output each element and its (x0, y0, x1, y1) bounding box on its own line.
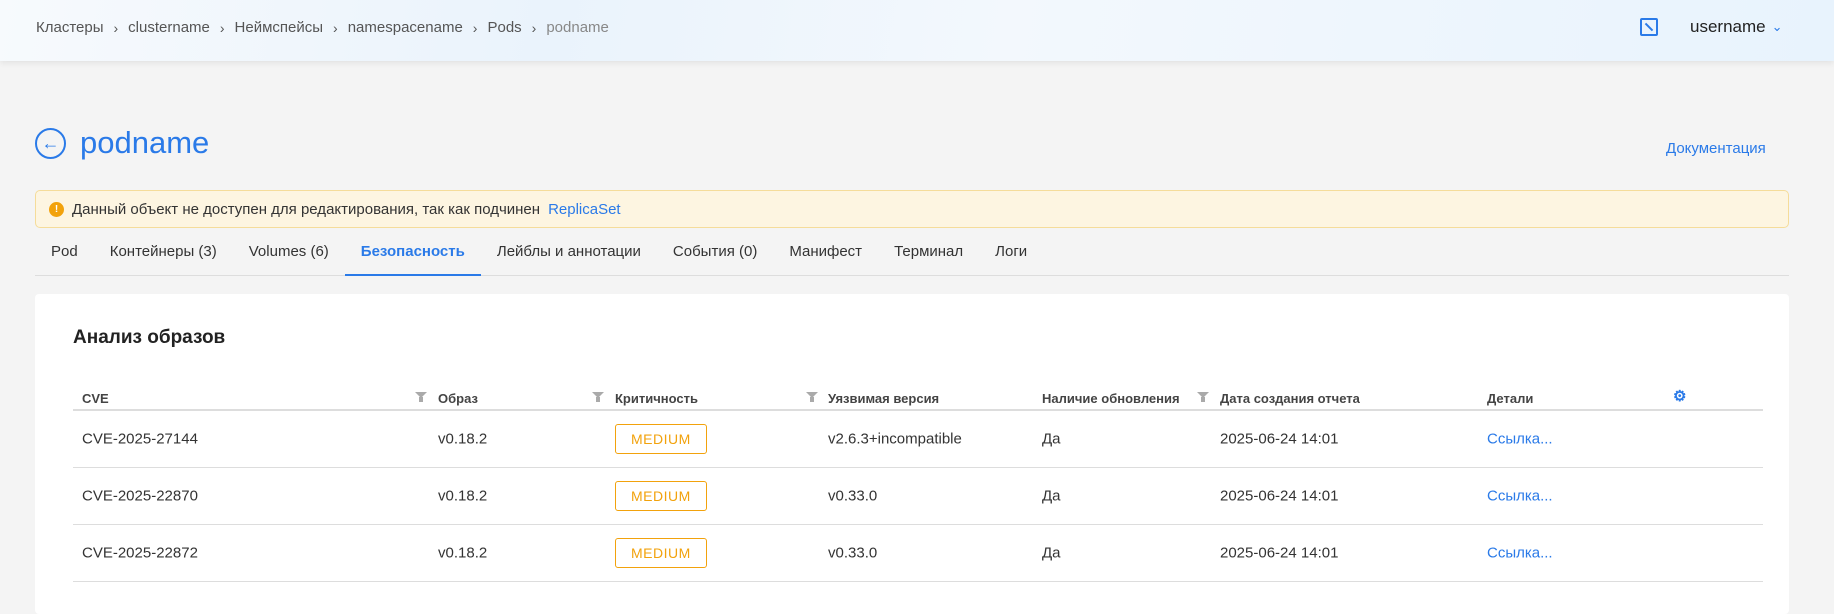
severity-badge: MEDIUM (615, 424, 707, 454)
alert-text: Данный объект не доступен для редактиров… (72, 200, 541, 218)
tab-pod[interactable]: Pod (35, 237, 94, 276)
severity-badge: MEDIUM (615, 481, 707, 511)
breadcrumb-namespace[interactable]: namespacename (348, 19, 463, 36)
tab-logs[interactable]: Логи (979, 237, 1043, 276)
filter-icon[interactable] (415, 392, 427, 402)
breadcrumb-cluster[interactable]: clustername (128, 19, 210, 36)
back-arrow-icon[interactable]: ← (35, 127, 66, 159)
gear-icon[interactable]: ⚙ (1673, 387, 1686, 405)
tab-terminal[interactable]: Терминал (878, 237, 979, 276)
update-available: Да (1042, 544, 1061, 562)
warning-alert: ! Данный объект не доступен для редактир… (35, 190, 1789, 228)
filter-icon[interactable] (806, 392, 818, 402)
chevron-right-icon: › (219, 19, 225, 36)
header-update-available[interactable]: Наличие обновления (1042, 391, 1180, 406)
vulnerable-version: v0.33.0 (828, 544, 878, 562)
report-date: 2025-06-24 14:01 (1220, 487, 1339, 505)
image: v0.18.2 (438, 544, 488, 562)
details-link[interactable]: Ссылка... (1487, 431, 1553, 448)
breadcrumb-clusters[interactable]: Кластеры (36, 19, 104, 36)
top-bar: Кластеры › clustername › Неймспейсы › names… (0, 0, 1834, 61)
report-date: 2025-06-24 14:01 (1220, 430, 1339, 448)
breadcrumb-namespaces[interactable]: Неймспейсы (235, 19, 324, 36)
tab-containers[interactable]: Контейнеры (3) (94, 237, 233, 276)
breadcrumb: Кластеры › clustername › Неймспейсы › names… (36, 19, 609, 36)
image: v0.18.2 (438, 430, 488, 448)
section-title: Анализ образов (73, 327, 226, 348)
tab-volumes[interactable]: Volumes (6) (233, 237, 345, 276)
chevron-right-icon: › (333, 19, 338, 36)
header-image[interactable]: Образ (438, 391, 478, 406)
update-available: Да (1042, 430, 1061, 448)
cve-id: CVE-2025-22872 (82, 544, 198, 562)
image: v0.18.2 (438, 487, 488, 505)
header-cve[interactable]: CVE (82, 391, 109, 406)
page-header: ← podname (35, 125, 209, 161)
tab-manifest[interactable]: Манифест (773, 237, 878, 276)
table-header: CVE Образ Критичность Уязвимая версия На… (73, 382, 1763, 411)
tabs: Pod Контейнеры (3) Volumes (6) Безопасно… (35, 237, 1789, 276)
severity-badge: MEDIUM (615, 538, 707, 568)
header-details[interactable]: Детали (1487, 391, 1533, 406)
report-date: 2025-06-24 14:01 (1220, 544, 1339, 562)
filter-icon[interactable] (1197, 392, 1209, 402)
table-row: CVE-2025-22872 v0.18.2 MEDIUM v0.33.0 Да… (73, 525, 1763, 582)
header-vulnerable-version[interactable]: Уязвимая версия (828, 391, 939, 406)
vulnerable-version: v0.33.0 (828, 487, 878, 505)
username: username (1690, 17, 1766, 36)
cve-id: CVE-2025-22870 (82, 487, 198, 505)
tab-events[interactable]: События (0) (657, 237, 773, 276)
image-analysis-card: Анализ образов CVE Образ Критичность Уяз… (35, 294, 1789, 614)
header-severity[interactable]: Критичность (615, 391, 698, 406)
breadcrumb-current: podname (546, 19, 609, 36)
expand-icon[interactable] (1640, 18, 1658, 36)
chevron-down-icon: ⌄ (1771, 19, 1783, 34)
page-title: podname (80, 125, 210, 160)
chevron-right-icon: › (113, 19, 119, 36)
header-report-date[interactable]: Дата создания отчета (1220, 391, 1360, 406)
table-row: CVE-2025-22870 v0.18.2 MEDIUM v0.33.0 Да… (73, 468, 1763, 525)
tab-security[interactable]: Безопасность (344, 237, 481, 276)
details-link[interactable]: Ссылка... (1487, 488, 1553, 505)
replicaset-link[interactable]: ReplicaSet (548, 201, 621, 218)
tab-labels[interactable]: Лейблы и аннотации (481, 237, 657, 276)
chevron-right-icon: › (531, 19, 537, 36)
cve-id: CVE-2025-27144 (82, 430, 198, 448)
filter-icon[interactable] (592, 392, 604, 402)
vulnerable-version: v2.6.3+incompatible (828, 430, 962, 448)
table-row: CVE-2025-27144 v0.18.2 MEDIUM v2.6.3+inc… (73, 411, 1763, 468)
update-available: Да (1042, 487, 1061, 505)
breadcrumb-pods[interactable]: Pods (487, 19, 521, 36)
details-link[interactable]: Ссылка... (1487, 545, 1553, 562)
cve-table: CVE Образ Критичность Уязвимая версия На… (73, 382, 1763, 582)
warning-icon: ! (49, 201, 64, 217)
documentation-link[interactable]: Документация (1666, 140, 1766, 157)
chevron-right-icon: › (472, 19, 478, 36)
user-menu[interactable]: username ⌄ (1690, 17, 1783, 37)
